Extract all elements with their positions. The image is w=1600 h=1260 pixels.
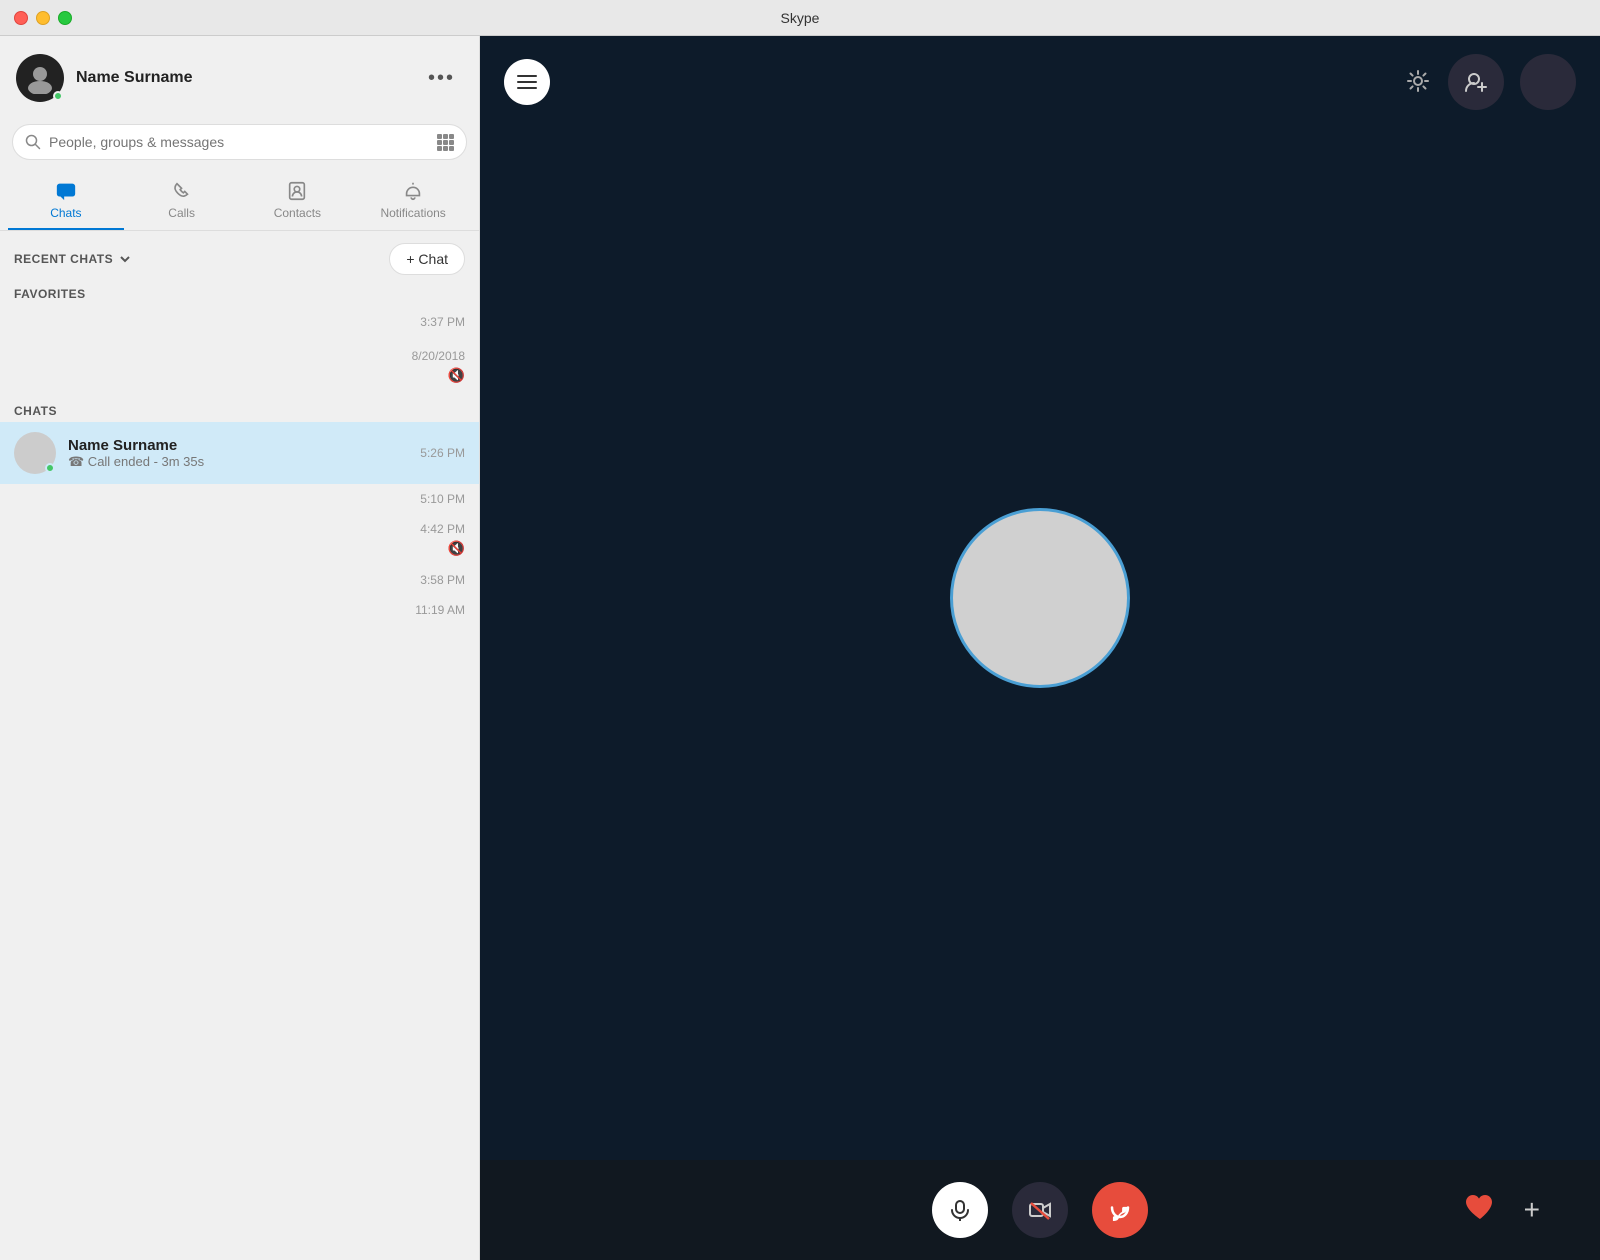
heart-icon xyxy=(1464,1193,1496,1221)
recent-chats-toggle[interactable]: RECENT CHATS xyxy=(14,252,131,266)
tab-notifications[interactable]: Notifications xyxy=(355,170,471,230)
chat-name-1: Name Surname xyxy=(68,437,408,454)
favorites-item-2[interactable]: 8/20/2018 🔇 xyxy=(0,339,479,394)
app-container: Name Surname ••• xyxy=(0,36,1600,1260)
chat-online-dot-1 xyxy=(45,463,55,473)
tab-contacts[interactable]: Contacts xyxy=(240,170,356,230)
heart-button[interactable] xyxy=(1464,1193,1496,1228)
search-bar xyxy=(12,124,467,160)
chat-time-5: 11:19 AM xyxy=(415,603,465,617)
window-title: Skype xyxy=(781,10,820,26)
muted-icon-2: 🔇 xyxy=(448,540,465,557)
avatar-icon xyxy=(24,62,56,94)
add-button[interactable]: + xyxy=(1524,1194,1540,1226)
remote-avatar xyxy=(950,508,1130,688)
calls-icon xyxy=(171,180,193,202)
tab-chats[interactable]: Chats xyxy=(8,170,124,230)
recent-chats-header: RECENT CHATS + Chat xyxy=(0,231,479,281)
new-chat-button[interactable]: + Chat xyxy=(389,243,465,275)
chat-preview-1: ☎ Call ended - 3m 35s xyxy=(68,454,408,470)
menu-line-3 xyxy=(517,87,537,89)
microphone-button[interactable] xyxy=(932,1182,988,1238)
chat-item-3[interactable]: 4:42 PM 🔇 xyxy=(0,514,479,565)
favorites-item-1[interactable]: 3:37 PM xyxy=(0,305,479,339)
call-panel: + xyxy=(480,36,1600,1260)
menu-line-2 xyxy=(517,81,537,83)
chat-avatar-1 xyxy=(14,432,56,474)
video-button[interactable] xyxy=(1012,1182,1068,1238)
favorites-item-1-time: 3:37 PM xyxy=(420,315,465,329)
settings-button[interactable] xyxy=(1404,67,1432,98)
video-icon xyxy=(1029,1199,1051,1221)
search-input[interactable] xyxy=(49,134,428,150)
maximize-button[interactable] xyxy=(58,11,72,25)
menu-line-1 xyxy=(517,75,537,77)
tab-calls-label: Calls xyxy=(168,206,195,220)
favorites-title: FAVORITES xyxy=(14,287,465,301)
gear-icon xyxy=(1404,67,1432,95)
notifications-icon xyxy=(402,180,424,202)
chats-section-title: CHATS xyxy=(0,394,479,422)
chat-time-1: 5:26 PM xyxy=(420,446,465,460)
close-button[interactable] xyxy=(14,11,28,25)
call-header-right xyxy=(1404,54,1576,110)
chat-item-1[interactable]: Name Surname ☎ Call ended - 3m 35s 5:26 … xyxy=(0,422,479,484)
chats-icon xyxy=(55,180,77,202)
call-controls-bar: + xyxy=(480,1160,1600,1260)
end-call-icon xyxy=(1107,1197,1133,1223)
more-call-options-button[interactable] xyxy=(1520,54,1576,110)
minimize-button[interactable] xyxy=(36,11,50,25)
add-person-button[interactable] xyxy=(1448,54,1504,110)
chat-time-4: 3:58 PM xyxy=(420,573,465,587)
profile-name: Name Surname xyxy=(76,69,193,87)
avatar-wrapper xyxy=(16,54,64,102)
more-options-button[interactable]: ••• xyxy=(420,63,463,94)
favorites-section: FAVORITES xyxy=(0,281,479,305)
microphone-icon xyxy=(949,1199,971,1221)
tab-notifications-label: Notifications xyxy=(380,206,445,220)
favorites-date: 8/20/2018 xyxy=(412,349,465,363)
tab-contacts-label: Contacts xyxy=(274,206,321,220)
chat-item-4[interactable]: 3:58 PM xyxy=(0,565,479,595)
chat-item-5[interactable]: 11:19 AM xyxy=(0,595,479,625)
contacts-icon xyxy=(286,180,308,202)
tab-calls[interactable]: Calls xyxy=(124,170,240,230)
profile-left: Name Surname xyxy=(16,54,193,102)
add-person-icon xyxy=(1463,69,1489,95)
grid-icon[interactable] xyxy=(436,133,454,151)
traffic-lights xyxy=(14,11,72,25)
chat-time-3: 4:42 PM xyxy=(420,522,465,536)
chat-content-1: Name Surname ☎ Call ended - 3m 35s xyxy=(68,437,408,470)
nav-tabs: Chats Calls Contacts xyxy=(0,170,479,231)
chevron-down-icon xyxy=(119,253,131,265)
chat-item-2[interactable]: 5:10 PM xyxy=(0,484,479,514)
titlebar: Skype xyxy=(0,0,1600,36)
sidebar: Name Surname ••• xyxy=(0,36,480,1260)
call-video-area xyxy=(480,36,1600,1160)
call-header xyxy=(480,36,1600,128)
menu-button[interactable] xyxy=(504,59,550,105)
muted-icon: 🔇 xyxy=(448,367,465,384)
end-call-button[interactable] xyxy=(1092,1182,1148,1238)
tab-chats-label: Chats xyxy=(50,206,81,220)
call-right-controls: + xyxy=(1464,1193,1540,1228)
chat-time-2: 5:10 PM xyxy=(420,492,465,506)
online-status-dot xyxy=(53,91,63,101)
recent-chats-label: RECENT CHATS xyxy=(14,252,113,266)
profile-row: Name Surname ••• xyxy=(0,36,479,120)
search-icon xyxy=(25,134,41,150)
